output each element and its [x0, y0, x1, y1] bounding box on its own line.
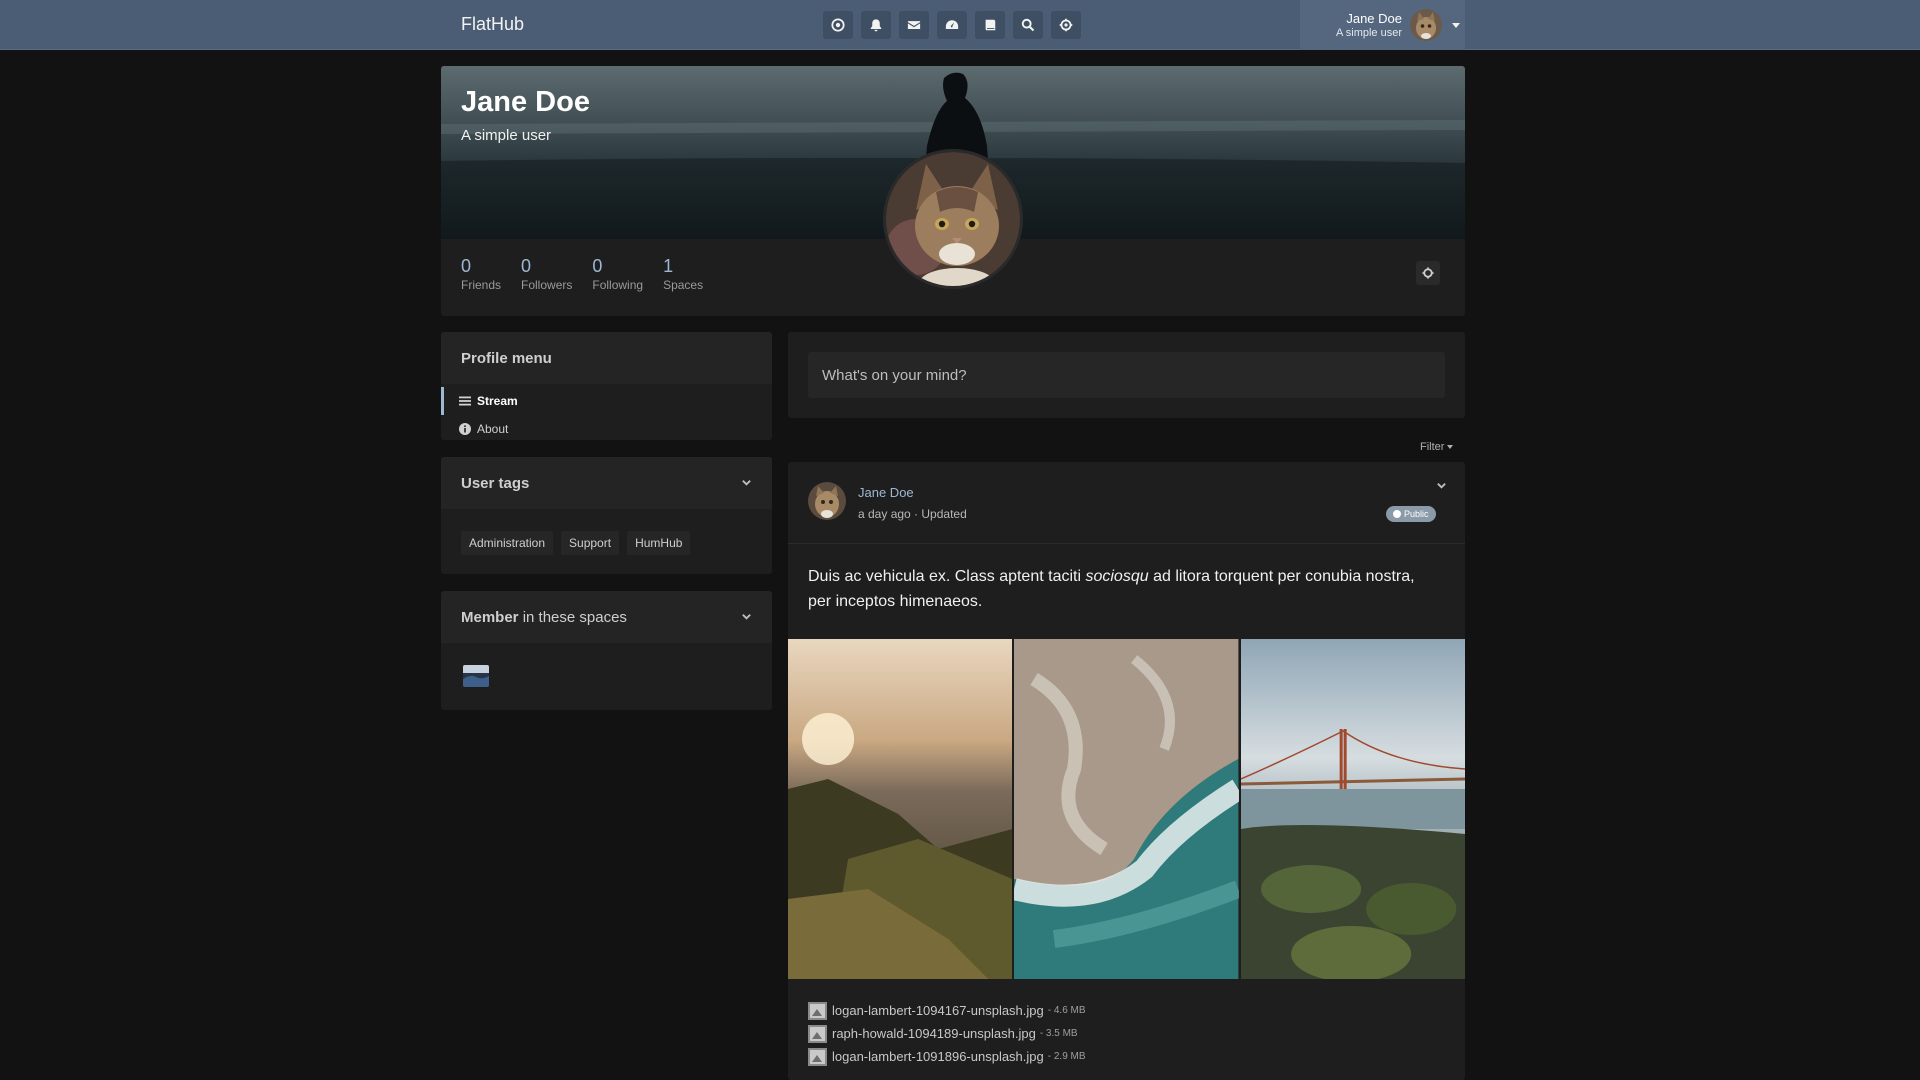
attachment-item[interactable]: raph-howald-1094189-unsplash.jpg - 3.5 M… — [808, 1022, 1086, 1045]
attachment-name: logan-lambert-1094167-unsplash.jpg — [832, 1003, 1044, 1018]
gallery-image-aerial-coast[interactable] — [1014, 639, 1239, 979]
gear-icon — [1422, 267, 1434, 279]
post-author-link[interactable]: Jane Doe — [858, 485, 914, 500]
post-options-chevron-icon[interactable] — [1436, 478, 1447, 496]
menu-item-label: About — [477, 422, 509, 436]
user-name: Jane Doe — [1346, 10, 1402, 26]
menu-item-about[interactable]: About — [441, 415, 772, 443]
top-navbar: FlatHub Jane Doe A simple user — [0, 0, 1920, 50]
attachment-size: - 2.9 MB — [1047, 1051, 1086, 1062]
envelope-icon[interactable] — [899, 11, 929, 39]
image-file-icon — [808, 1024, 827, 1043]
stat-label: Friends — [461, 278, 502, 292]
tag-list: Administration Support HumHub — [441, 509, 772, 577]
post-body: Duis ac vehicula ex. Class aptent taciti… — [808, 564, 1438, 614]
search-icon[interactable] — [1013, 11, 1043, 39]
attachment-size: - 3.5 MB — [1039, 1028, 1078, 1039]
menu-item-label: Stream — [477, 394, 518, 408]
stat-followers[interactable]: 0 Followers — [521, 256, 572, 292]
attachment-list: logan-lambert-1094167-unsplash.jpg - 4.6… — [808, 999, 1086, 1068]
panel-header[interactable]: User tags — [441, 457, 772, 509]
tag-support[interactable]: Support — [561, 531, 620, 555]
tachometer-icon[interactable] — [937, 11, 967, 39]
filter-dropdown[interactable]: Filter — [1420, 441, 1454, 453]
stat-label: Following — [592, 278, 644, 292]
attachment-name: logan-lambert-1091896-unsplash.jpg — [832, 1049, 1044, 1064]
stat-value: 1 — [663, 256, 674, 276]
stat-spaces[interactable]: 1 Spaces — [663, 256, 703, 292]
profile-subtitle: A simple user — [461, 127, 552, 144]
panel-header[interactable]: Member in these spaces — [441, 591, 772, 643]
stat-friends[interactable]: 0 Friends — [461, 256, 501, 292]
post-text-start: Duis ac vehicula ex. Class aptent taciti — [808, 568, 1086, 585]
chevron-down-icon — [1452, 22, 1460, 28]
stat-value: 0 — [461, 256, 472, 276]
chevron-down-icon — [741, 609, 752, 626]
profile-header: Jane Doe A simple user 0 Friends 0 Follo… — [441, 66, 1465, 316]
globe-icon — [1393, 510, 1401, 518]
avatar[interactable] — [808, 482, 846, 520]
tag-humhub[interactable]: HumHub — [627, 531, 691, 555]
post-composer — [788, 332, 1465, 418]
attachment-item[interactable]: logan-lambert-1094167-unsplash.jpg - 4.6… — [808, 999, 1086, 1022]
spaces-panel: Member in these spaces — [441, 591, 772, 710]
post-header: Jane Doe a day ago · Updated Public — [788, 462, 1465, 544]
caret-down-icon — [1447, 445, 1454, 449]
avatar — [1410, 9, 1442, 41]
nav-icons — [823, 11, 1081, 39]
chevron-down-icon — [741, 475, 752, 492]
tag-administration[interactable]: Administration — [461, 531, 554, 555]
stat-label: Spaces — [663, 278, 704, 292]
info-icon — [459, 423, 471, 435]
visibility-badge: Public — [1386, 506, 1436, 522]
profile-menu-panel: Profile menu Stream About — [441, 332, 772, 440]
panel-title: Profile menu — [441, 332, 772, 384]
image-file-icon — [808, 1047, 827, 1066]
stream-post: Jane Doe a day ago · Updated Public Duis… — [788, 462, 1465, 1080]
menu-item-stream[interactable]: Stream — [441, 387, 772, 415]
stat-following[interactable]: 0 Following — [592, 256, 643, 292]
user-tags-panel: User tags Administration Support HumHub — [441, 457, 772, 574]
gallery-image-golden-gate[interactable] — [1240, 639, 1465, 979]
stat-value: 0 — [592, 256, 603, 276]
profile-avatar[interactable] — [883, 149, 1023, 289]
user-account-dropdown[interactable]: Jane Doe A simple user — [1300, 0, 1465, 50]
badge-label: Public — [1404, 509, 1429, 519]
space-thumbnail[interactable] — [463, 665, 489, 687]
panel-title-rest: in these spaces — [518, 608, 627, 626]
gear-icon[interactable] — [1051, 11, 1081, 39]
profile-settings-button[interactable] — [1416, 261, 1440, 285]
attachment-item[interactable]: logan-lambert-1091896-unsplash.jpg - 2.9… — [808, 1045, 1086, 1068]
brand-logo[interactable]: FlatHub — [461, 14, 524, 35]
image-file-icon — [808, 1001, 827, 1020]
user-subtitle: A simple user — [1335, 26, 1402, 39]
stat-value: 0 — [521, 256, 532, 276]
attachment-name: raph-howald-1094189-unsplash.jpg — [832, 1026, 1036, 1041]
stat-label: Followers — [521, 278, 573, 292]
gallery-image-cliff-sunset[interactable] — [788, 639, 1013, 979]
filter-label: Filter — [1420, 441, 1445, 453]
panel-title-bold: Member — [461, 608, 519, 626]
book-icon[interactable] — [975, 11, 1005, 39]
profile-name: Jane Doe — [461, 86, 590, 118]
post-text-emphasis: sociosqu — [1085, 568, 1149, 585]
bars-icon — [459, 396, 471, 406]
panel-title: User tags — [461, 474, 530, 492]
bell-icon[interactable] — [861, 11, 891, 39]
post-image-gallery — [788, 639, 1465, 979]
profile-stats: 0 Friends 0 Followers 0 Following 1 Spac… — [461, 256, 703, 292]
dashboard-icon[interactable] — [823, 11, 853, 39]
post-input[interactable] — [808, 352, 1445, 398]
post-timestamp: a day ago · Updated — [858, 507, 967, 521]
attachment-size: - 4.6 MB — [1047, 1005, 1086, 1016]
